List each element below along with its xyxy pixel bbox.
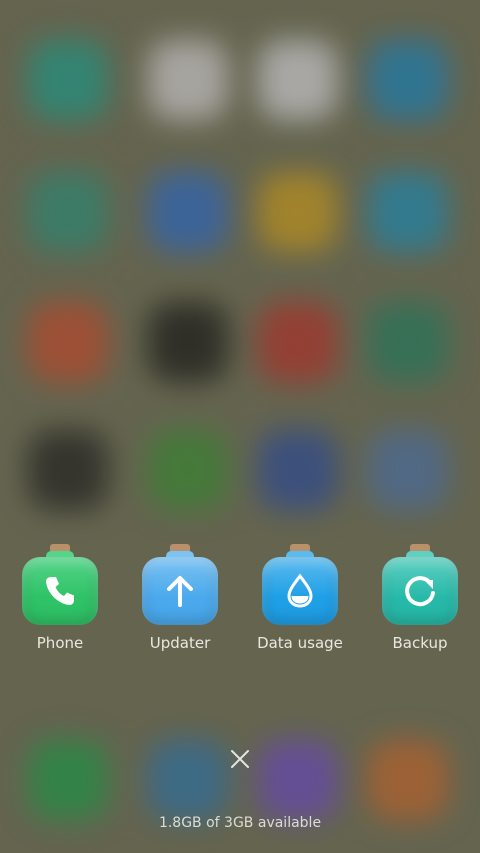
refresh-icon bbox=[381, 557, 459, 625]
app-label: Data usage bbox=[257, 634, 343, 652]
memory-status: 1.8GB of 3GB available bbox=[158, 815, 322, 831]
background-dim bbox=[0, 0, 480, 853]
app-icon-bottle bbox=[141, 540, 219, 630]
close-icon bbox=[231, 750, 249, 768]
recent-apps-row: Phone Updater Data usage Backup bbox=[0, 540, 480, 660]
water-drop-icon bbox=[261, 557, 339, 625]
app-label: Backup bbox=[392, 634, 448, 652]
app-icon-bottle bbox=[21, 540, 99, 630]
app-icon-bottle bbox=[261, 540, 339, 630]
recent-app-updater[interactable]: Updater bbox=[120, 540, 240, 660]
app-icon-bottle bbox=[381, 540, 459, 630]
phone-icon bbox=[21, 557, 99, 625]
arrow-up-icon bbox=[141, 557, 219, 625]
recent-app-backup[interactable]: Backup bbox=[360, 540, 480, 660]
recent-app-phone[interactable]: Phone bbox=[0, 540, 120, 660]
recents-screen: Phone Updater Data usage Backup 1.8GB of… bbox=[0, 0, 480, 853]
recent-app-data-usage[interactable]: Data usage bbox=[240, 540, 360, 660]
app-label: Phone bbox=[36, 634, 84, 652]
close-all-button[interactable] bbox=[225, 744, 255, 774]
app-label: Updater bbox=[149, 634, 211, 652]
